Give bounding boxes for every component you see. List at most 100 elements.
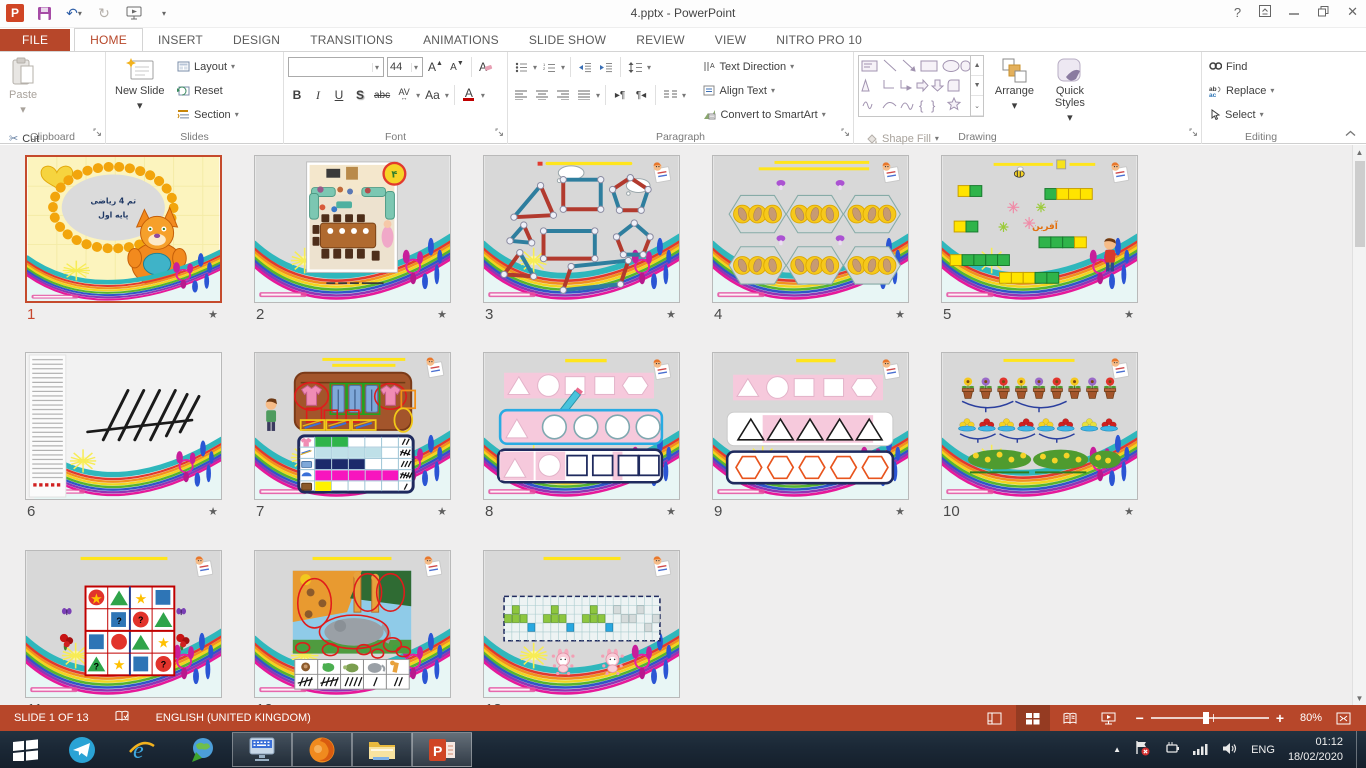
layout-button[interactable]: Layout▾ <box>174 56 242 77</box>
spell-check-icon[interactable] <box>115 710 130 726</box>
align-left-button[interactable] <box>512 85 530 105</box>
zoom-slider-thumb[interactable] <box>1203 712 1209 724</box>
language-indicator[interactable]: ENGLISH (UNITED KINGDOM) <box>156 712 311 724</box>
font-size-combo[interactable]: 44▾ <box>387 57 423 77</box>
left-to-right-button[interactable]: ▸¶ <box>611 85 629 105</box>
right-to-left-button[interactable]: ¶◂ <box>632 85 650 105</box>
slide-thumbnail-7[interactable] <box>254 352 451 500</box>
replace-button[interactable]: abacReplace▾ <box>1206 80 1277 101</box>
shrink-font-button[interactable]: A▼ <box>448 57 466 77</box>
text-shadow-button[interactable]: S <box>351 85 369 105</box>
scroll-down-icon[interactable]: ▼ <box>1353 691 1366 705</box>
taskbar-powerpoint[interactable]: P <box>412 732 472 767</box>
ribbon-display-options-icon[interactable] <box>1259 5 1271 20</box>
taskbar-internet-explorer[interactable]: e <box>112 731 172 768</box>
hidden-icons-arrow-icon[interactable]: ▲ <box>1113 745 1121 754</box>
power-icon[interactable] <box>1163 741 1179 758</box>
font-color-button[interactable]: A <box>460 85 478 105</box>
zoom-slider[interactable]: − + <box>1136 710 1284 726</box>
character-spacing-button[interactable]: AV↔ <box>395 85 413 105</box>
columns-button[interactable] <box>661 85 679 105</box>
input-language[interactable]: ENG <box>1251 744 1275 756</box>
tab-transitions[interactable]: TRANSITIONS <box>295 29 408 51</box>
slide-thumbnail-12[interactable] <box>254 550 451 698</box>
quick-styles-button[interactable]: Quick Styles▾ <box>1045 55 1095 127</box>
slide-thumbnail-5[interactable]: آفرین <box>941 155 1138 303</box>
slide-thumbnail-3[interactable] <box>483 155 680 303</box>
paragraph-dialog-launcher-icon[interactable] <box>841 124 850 142</box>
font-name-combo[interactable]: ▾ <box>288 57 384 77</box>
underline-button[interactable]: U <box>330 85 348 105</box>
normal-view-icon[interactable] <box>978 705 1012 731</box>
zoom-in-icon[interactable]: + <box>1276 710 1284 726</box>
restore-icon[interactable] <box>1318 5 1329 20</box>
close-icon[interactable]: ✕ <box>1347 4 1358 20</box>
decrease-indent-button[interactable] <box>576 57 594 77</box>
bullets-button[interactable] <box>512 57 530 77</box>
tab-file[interactable]: FILE <box>0 29 70 51</box>
italic-button[interactable]: I <box>309 85 327 105</box>
slide-thumbnail-4[interactable] <box>712 155 909 303</box>
tab-slide-show[interactable]: SLIDE SHOW <box>514 29 621 51</box>
zoom-level[interactable]: 80% <box>1294 712 1322 724</box>
clipboard-dialog-launcher-icon[interactable] <box>93 124 102 142</box>
reset-button[interactable]: Reset <box>174 80 242 101</box>
collapse-ribbon-icon[interactable] <box>1345 129 1356 139</box>
slide-thumbnail-9[interactable] <box>712 352 909 500</box>
zoom-out-icon[interactable]: − <box>1136 710 1144 726</box>
paste-button[interactable]: Paste▾ <box>4 55 42 127</box>
bold-button[interactable]: B <box>288 85 306 105</box>
taskbar-download-manager[interactable] <box>172 731 232 768</box>
slide-thumbnail-13[interactable] <box>483 550 680 698</box>
taskbar-firefox[interactable] <box>292 732 352 767</box>
tab-animations[interactable]: ANIMATIONS <box>408 29 514 51</box>
arrange-button[interactable]: Arrange▾ <box>988 55 1040 127</box>
slide-thumbnail-10[interactable] <box>941 352 1138 500</box>
slide-thumbnail-2[interactable]: ۴ <box>254 155 451 303</box>
change-case-button[interactable]: Aa <box>423 85 442 105</box>
volume-icon[interactable] <box>1222 742 1238 758</box>
new-slide-button[interactable]: New Slide▾ <box>110 55 170 127</box>
tab-home[interactable]: HOME <box>74 28 143 51</box>
scroll-up-icon[interactable]: ▲ <box>1353 145 1366 159</box>
shapes-gallery[interactable]: { } ▲▼⌄ <box>858 55 984 117</box>
align-center-button[interactable] <box>533 85 551 105</box>
fit-slide-to-window-icon[interactable] <box>1326 705 1360 731</box>
network-signal-icon[interactable] <box>1192 742 1209 758</box>
slide-sorter-view-icon[interactable] <box>1016 705 1050 731</box>
action-center-flag-icon[interactable] <box>1134 740 1150 759</box>
show-desktop-button[interactable] <box>1356 731 1362 768</box>
slide-show-icon[interactable] <box>1092 705 1126 731</box>
drawing-dialog-launcher-icon[interactable] <box>1189 124 1198 142</box>
font-dialog-launcher-icon[interactable] <box>495 124 504 142</box>
scrollbar-thumb[interactable] <box>1355 161 1365 247</box>
section-button[interactable]: Section▾ <box>174 104 242 125</box>
taskbar-file-explorer[interactable] <box>352 732 412 767</box>
slide-thumbnail-6[interactable] <box>25 352 222 500</box>
slide-thumbnail-11[interactable]: ★ ★ ? ? ★ ? ★ ? <box>25 550 222 698</box>
numbering-button[interactable]: 12 <box>540 57 558 77</box>
grow-font-button[interactable]: A▲ <box>426 57 445 77</box>
tab-review[interactable]: REVIEW <box>621 29 700 51</box>
increase-indent-button[interactable] <box>597 57 615 77</box>
slide-thumbnail-8[interactable] <box>483 352 680 500</box>
reading-view-icon[interactable] <box>1054 705 1088 731</box>
tab-nitro-pro[interactable]: NITRO PRO 10 <box>761 29 877 51</box>
taskbar-on-screen-keyboard[interactable] <box>232 732 292 767</box>
help-icon[interactable]: ? <box>1234 5 1241 20</box>
align-right-button[interactable] <box>554 85 572 105</box>
text-direction-button[interactable]: AText Direction▾ <box>700 56 828 77</box>
taskbar-clock[interactable]: 01:12 18/02/2020 <box>1288 735 1343 765</box>
find-button[interactable]: Find <box>1206 56 1277 77</box>
slide-thumbnail-1[interactable]: تم 4 ریاضی پایه اول <box>25 155 222 303</box>
convert-to-smartart-button[interactable]: Convert to SmartArt▾ <box>700 104 828 125</box>
clear-formatting-button[interactable]: A <box>477 57 495 77</box>
line-spacing-button[interactable] <box>626 57 644 77</box>
tab-insert[interactable]: INSERT <box>143 29 218 51</box>
minimize-icon[interactable] <box>1289 5 1300 20</box>
strikethrough-button[interactable]: abc <box>372 85 392 105</box>
align-text-button[interactable]: Align Text▾ <box>700 80 828 101</box>
justify-button[interactable] <box>575 85 593 105</box>
start-button[interactable] <box>0 731 52 768</box>
vertical-scrollbar[interactable]: ▲ ▼ <box>1352 145 1366 705</box>
